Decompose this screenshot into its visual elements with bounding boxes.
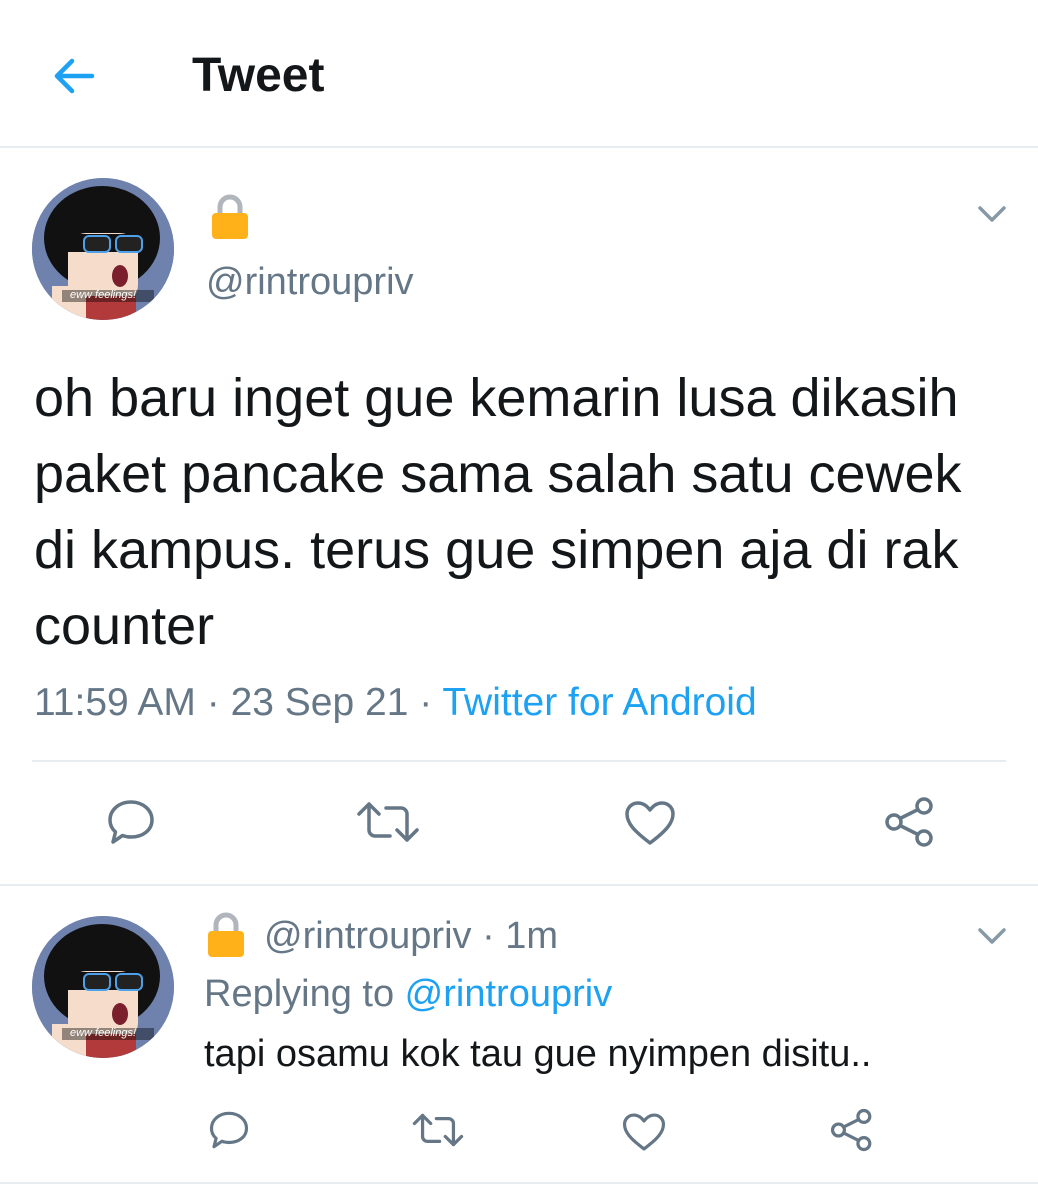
reply-text: tapi osamu kok tau gue nyimpen disitu.. xyxy=(204,1033,872,1075)
tweet-time: 11:59 AM xyxy=(34,681,196,724)
tweet-metadata: 11:59 AM · 23 Sep 21 · Twitter for Andro… xyxy=(34,680,757,726)
reply-share-button[interactable] xyxy=(830,1108,874,1157)
tweet-source-link[interactable]: Twitter for Android xyxy=(442,681,756,724)
reply-author-handle[interactable]: @rintroupriv xyxy=(264,915,472,957)
replying-to: Replying to @rintroupriv xyxy=(204,972,612,1016)
protected-lock-icon xyxy=(210,194,250,245)
reply-age: 1m xyxy=(505,915,559,957)
tweet-text: oh baru inget gue kemarin lusa dikasih p… xyxy=(34,368,962,656)
reply-menu-button[interactable] xyxy=(976,924,1008,953)
page-title: Tweet xyxy=(192,49,325,102)
reply-button[interactable] xyxy=(106,798,156,851)
replying-prefix: Replying to xyxy=(204,973,405,1015)
reply-reply-button[interactable] xyxy=(208,1110,250,1155)
back-button[interactable] xyxy=(50,52,98,100)
chevron-down-icon xyxy=(978,928,1006,944)
reply-avatar[interactable]: eww feelings! xyxy=(32,916,174,1058)
retweet-icon xyxy=(412,1113,464,1147)
share-icon xyxy=(830,1108,872,1152)
chevron-down-icon xyxy=(978,206,1006,222)
reply-icon xyxy=(209,1111,249,1149)
reply-icon xyxy=(108,800,154,844)
app-header: Tweet xyxy=(0,0,1038,148)
divider xyxy=(0,1182,1038,1184)
reply-header: @rintroupriv · 1m xyxy=(264,914,558,958)
meta-separator: · xyxy=(195,681,231,724)
retweet-icon xyxy=(357,802,419,842)
divider xyxy=(32,760,1006,762)
replying-to-mention[interactable]: @rintroupriv xyxy=(405,973,613,1015)
avatar[interactable]: eww feelings! xyxy=(32,178,174,320)
like-button[interactable] xyxy=(624,800,676,851)
tweet-menu-button[interactable] xyxy=(976,202,1008,231)
divider xyxy=(0,884,1038,886)
avatar-caption: eww feelings! xyxy=(70,1027,137,1039)
author-handle[interactable]: @rintroupriv xyxy=(206,260,414,304)
avatar-caption: eww feelings! xyxy=(70,289,137,301)
meta-separator: · xyxy=(471,915,506,957)
tweet-date: 23 Sep 21 xyxy=(230,681,409,724)
retweet-button[interactable] xyxy=(356,800,420,849)
meta-separator: · xyxy=(408,681,443,724)
heart-icon xyxy=(622,1113,666,1151)
reply-like-button[interactable] xyxy=(622,1112,666,1157)
share-button[interactable] xyxy=(884,796,936,853)
reply-retweet-button[interactable] xyxy=(412,1112,464,1153)
share-icon xyxy=(885,797,933,847)
heart-icon xyxy=(625,801,675,845)
arrow-left-icon xyxy=(54,58,95,94)
protected-lock-icon xyxy=(206,912,246,963)
